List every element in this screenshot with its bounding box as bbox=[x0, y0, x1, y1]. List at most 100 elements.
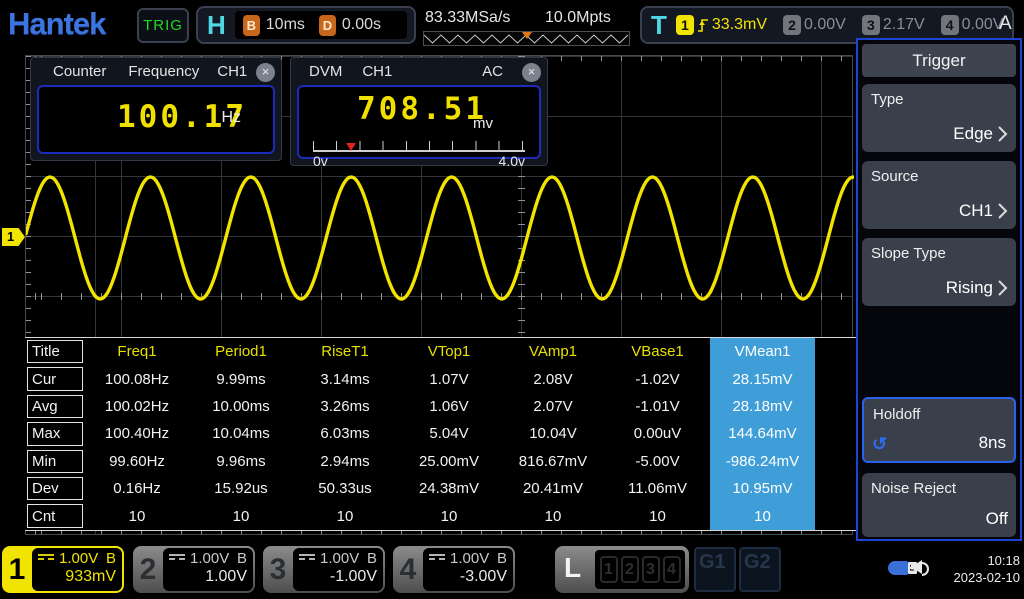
menu-item-slope-type[interactable]: Slope TypeRising bbox=[862, 238, 1016, 306]
speaker-icon bbox=[911, 559, 928, 575]
channel-4-offset: -3.00V bbox=[429, 568, 507, 586]
brand-logo: Hantek bbox=[8, 6, 105, 42]
table-row-label-Avg: Avg bbox=[27, 395, 83, 418]
sample-rate-readout: 83.33MSa/s bbox=[425, 9, 510, 27]
counter-panel: Counter Frequency CH1 × 100.17 Hz bbox=[30, 57, 282, 161]
menu-item-value: Rising bbox=[946, 278, 993, 298]
channel-3-offset: -1.00V bbox=[299, 568, 377, 586]
table-cell: 10.95mV bbox=[710, 475, 815, 502]
trigger-channel-4-readout[interactable]: 40.00V bbox=[941, 15, 1004, 35]
counter-title-row: Counter Frequency CH1 bbox=[31, 58, 281, 85]
chevron-right-icon bbox=[997, 125, 1008, 143]
table-cell: 816.67mV bbox=[501, 448, 605, 475]
table-cell: -986.24mV bbox=[710, 448, 815, 475]
channel-1-offset: 933mV bbox=[38, 568, 116, 586]
logic-digit-4: 4 bbox=[663, 556, 681, 583]
dvm-value: 708.51 bbox=[357, 91, 487, 127]
channel-2-offset: 1.00V bbox=[169, 568, 247, 586]
trigger-channel-1-badge: 1 bbox=[676, 15, 694, 35]
table-cell: 20.41mV bbox=[501, 475, 605, 502]
acquisition-mode-indicator: A bbox=[999, 13, 1012, 35]
horizontal-panel[interactable]: H B 10ms D 0.00s bbox=[196, 6, 416, 44]
trigger-menu: Trigger Type Edge SourceCH1 Slope TypeRisin… bbox=[856, 38, 1022, 541]
table-header-Freq1: Freq1 bbox=[85, 338, 189, 365]
table-corner-label: Title bbox=[27, 340, 83, 363]
channel-4-button[interactable]: 41.00VB-3.00V bbox=[393, 546, 515, 593]
dc-coupling-icon bbox=[429, 554, 445, 563]
trigger-channel-3-readout[interactable]: 32.17V bbox=[862, 15, 925, 35]
menu-item-value: 8ns bbox=[979, 433, 1006, 453]
trigger-channel-2-readout[interactable]: 20.00V bbox=[783, 15, 846, 35]
menu-item-holdoff[interactable]: Holdoff↺8ns bbox=[862, 397, 1016, 463]
channel-1-button[interactable]: 11.00VB933mV bbox=[2, 546, 124, 593]
trigger-channel-1-readout[interactable]: 133.3mV bbox=[676, 15, 767, 35]
trigger-menu-title: Trigger bbox=[862, 44, 1016, 77]
logic-digit-group: 1234 bbox=[595, 550, 685, 589]
measurement-table: TitleFreq1Period1RiseT1VTop1VAmp1VBase1V… bbox=[25, 337, 856, 531]
menu-item-label: Type bbox=[871, 91, 904, 108]
trigger-status-indicator: TRIG bbox=[137, 8, 189, 43]
dvm-coupling: AC bbox=[482, 63, 503, 80]
table-cell: 1.06V bbox=[397, 393, 501, 420]
trigger-t-label: T bbox=[642, 10, 676, 41]
dc-coupling-icon bbox=[169, 554, 185, 563]
table-row-label-Cur: Cur bbox=[27, 367, 83, 390]
table-cell: 100.02Hz bbox=[85, 393, 189, 420]
channel-3-bandwidth-badge: B bbox=[367, 550, 377, 567]
trigger-position-marker-icon[interactable] bbox=[522, 32, 532, 39]
menu-item-noise-reject[interactable]: Noise RejectOff bbox=[862, 473, 1016, 537]
table-cell: 11.06mV bbox=[605, 475, 710, 502]
channel-4-scale: 1.00V bbox=[450, 550, 489, 567]
dvm-close-button[interactable]: × bbox=[522, 63, 541, 82]
timebase-readout: B 10ms D 0.00s bbox=[235, 11, 407, 39]
dvm-source: CH1 bbox=[362, 63, 392, 80]
table-cell: -1.01V bbox=[605, 393, 710, 420]
menu-item-source[interactable]: SourceCH1 bbox=[862, 161, 1016, 229]
delay-value: 0.00s bbox=[342, 16, 381, 34]
menu-item-label: Slope Type bbox=[871, 245, 946, 262]
clock-time: 10:18 bbox=[930, 552, 1020, 569]
g2-button[interactable]: G2 bbox=[739, 547, 781, 592]
channel-1-bandwidth-badge: B bbox=[106, 550, 116, 567]
trigger-channel-4-badge: 4 bbox=[941, 15, 959, 35]
dvm-ruler bbox=[313, 141, 525, 152]
menu-item-label: Noise Reject bbox=[871, 480, 956, 497]
channel-3-button[interactable]: 31.00VB-1.00V bbox=[263, 546, 385, 593]
table-cell: 50.33us bbox=[293, 475, 397, 502]
timebase-value: 10ms bbox=[266, 16, 305, 34]
table-cell: 0.16Hz bbox=[85, 475, 189, 502]
table-header-VMean1: VMean1 bbox=[710, 338, 815, 365]
counter-mode: Frequency bbox=[128, 63, 199, 80]
table-cell: 10 bbox=[605, 502, 710, 529]
logic-channels-button[interactable]: L 1234 bbox=[555, 546, 689, 593]
dvm-unit: mv bbox=[473, 115, 493, 132]
table-cell: 5.04V bbox=[397, 420, 501, 447]
ch1-ground-marker[interactable]: 1 bbox=[2, 228, 25, 246]
counter-close-button[interactable]: × bbox=[256, 63, 275, 82]
g1-button[interactable]: G1 bbox=[694, 547, 736, 592]
logic-digit-2: 2 bbox=[621, 556, 639, 583]
table-cell: 10.00ms bbox=[189, 393, 293, 420]
channel-2-button[interactable]: 21.00VB1.00V bbox=[133, 546, 255, 593]
table-cell: 25.00mV bbox=[397, 448, 501, 475]
counter-source: CH1 bbox=[217, 63, 247, 80]
dvm-pointer-icon bbox=[346, 143, 356, 151]
menu-item-value: Edge bbox=[953, 124, 993, 144]
logic-l-label: L bbox=[564, 552, 581, 584]
clock-date: 2023-02-10 bbox=[930, 569, 1020, 586]
dvm-display: 708.51 mv 0v 4.0v bbox=[297, 85, 541, 159]
trigger-channel-4-level: 0.00V bbox=[962, 16, 1004, 34]
table-cell: 10 bbox=[710, 502, 815, 529]
table-cell: 100.40Hz bbox=[85, 420, 189, 447]
trigger-status-label: TRIG bbox=[143, 17, 183, 34]
table-cell: 100.08Hz bbox=[85, 365, 189, 392]
waveform-position-strip[interactable] bbox=[423, 31, 630, 46]
menu-item-label: Source bbox=[871, 168, 919, 185]
trigger-channel-2-level: 0.00V bbox=[804, 16, 846, 34]
table-row-label-Min: Min bbox=[27, 450, 83, 473]
menu-item-type[interactable]: Type Edge bbox=[862, 84, 1016, 152]
table-cell: 10.04V bbox=[501, 420, 605, 447]
dvm-title: DVM bbox=[309, 63, 342, 80]
channel-4-number: 4 bbox=[393, 546, 423, 593]
logic-digit-3: 3 bbox=[642, 556, 660, 583]
